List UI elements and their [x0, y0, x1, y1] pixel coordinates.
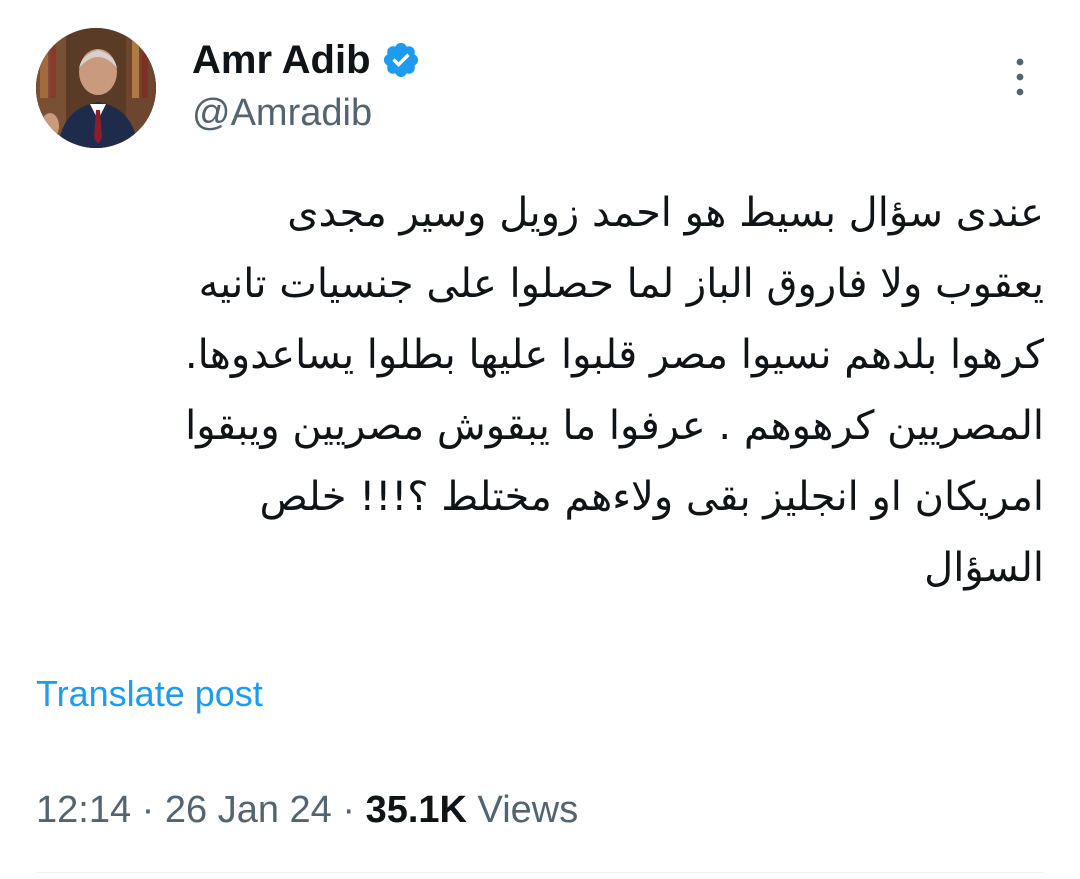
author-name-row: Amr Adib: [192, 36, 421, 84]
tweet-line: المصريين كرهوهم . عرفوا ما يبقوش مصريين …: [185, 403, 1044, 449]
tweet-line: امريكان او انجليز بقى ولاءهم مختلط ؟!!! …: [259, 474, 1044, 520]
tweet-text: عندى سؤال بسيط هو احمد زويل وسير مجدى يع…: [36, 178, 1044, 604]
views-count[interactable]: 35.1K: [366, 789, 467, 831]
tweet-meta: 12:14 · 26 Jan 24 · 35.1K Views: [36, 786, 578, 834]
translate-post-link[interactable]: Translate post: [36, 672, 263, 716]
meta-separator: ·: [331, 789, 366, 831]
tweet-time[interactable]: 12:14: [36, 789, 131, 831]
tweet-line: السؤال: [924, 545, 1044, 591]
author-handle[interactable]: @Amradib: [192, 90, 372, 136]
tweet-line: عندى سؤال بسيط هو احمد زويل وسير مجدى: [287, 190, 1044, 236]
more-vertical-icon[interactable]: [1006, 56, 1034, 98]
tweet-line: كرهوا بلدهم نسيوا مصر قلبوا عليها بطلوا …: [184, 332, 1044, 378]
tweet-date[interactable]: 26 Jan 24: [165, 789, 332, 831]
author-display-name[interactable]: Amr Adib: [192, 36, 371, 84]
meta-separator: ·: [131, 789, 165, 831]
verified-badge-icon[interactable]: [381, 40, 421, 80]
tweet-line: يعقوب ولا فاروق الباز لما حصلوا على جنسي…: [198, 261, 1044, 307]
avatar[interactable]: [36, 28, 156, 148]
profile-photo: [36, 28, 156, 148]
views-label: Views: [466, 789, 579, 831]
divider: [36, 872, 1044, 873]
